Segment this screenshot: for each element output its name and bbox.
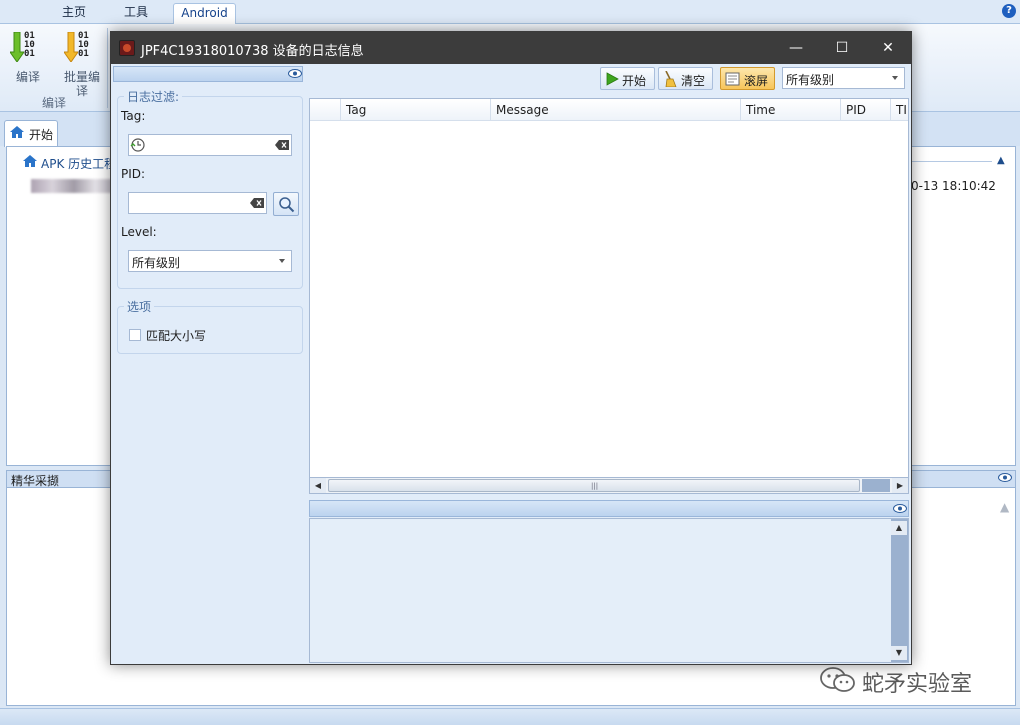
column-header-time[interactable]: Time — [741, 99, 841, 121]
scrollbar-thumb[interactable]: ||| — [328, 479, 860, 492]
match-case-label: 匹配大小写 — [146, 329, 207, 343]
divider — [912, 161, 992, 162]
toolbar-level-select[interactable]: 所有级别 — [782, 67, 905, 89]
filter-panel-header — [113, 66, 303, 82]
table-header: Tag Message Time PID TII — [310, 99, 908, 121]
status-bar — [0, 708, 1020, 725]
scroll-down-icon[interactable]: ▼ — [891, 646, 907, 660]
column-header-tag[interactable]: Tag — [341, 99, 491, 121]
eye-icon[interactable] — [998, 473, 1012, 482]
chevron-down-icon — [279, 259, 285, 263]
log-window: JPF4C19318010738 设备的日志信息 — ☐ ✕ 日志过滤: Tag… — [110, 31, 912, 665]
column-header-message[interactable]: Message — [491, 99, 741, 121]
menu-tab-android[interactable]: Android — [173, 3, 236, 24]
start-button[interactable]: 开始 — [600, 67, 655, 90]
autoscroll-icon — [725, 72, 740, 86]
match-case-checkbox[interactable] — [129, 329, 141, 341]
history-icon[interactable] — [130, 137, 146, 153]
tab-start-label: 开始 — [29, 128, 54, 142]
wechat-icon — [820, 667, 855, 692]
batch-compile-button[interactable]: 01 10 01 批量编译 — [60, 30, 104, 99]
apk-history-label: APK 历史工程 — [41, 157, 117, 171]
compile-button[interactable]: 01 10 01 编译 — [6, 30, 50, 96]
column-header-blank — [310, 99, 341, 121]
app-menu-bar: 主页 工具 Android ? — [0, 0, 1020, 24]
vertical-scrollbar[interactable]: ▲ ▼ — [891, 519, 908, 662]
pid-input[interactable] — [128, 192, 267, 214]
maximize-button[interactable]: ☐ — [819, 32, 865, 64]
menu-tab-tools[interactable]: 工具 — [112, 3, 160, 24]
level-select[interactable]: 所有级别 — [128, 250, 292, 272]
play-icon — [606, 72, 619, 86]
jinghua-label: 精华采撷 — [11, 474, 60, 488]
grip-icon: ||| — [591, 482, 599, 490]
chevron-down-icon — [892, 76, 898, 80]
level-select-value: 所有级别 — [132, 256, 181, 270]
clear-button[interactable]: 清空 — [658, 67, 713, 90]
down-arrow-yellow-icon — [64, 32, 78, 62]
home-icon — [23, 155, 37, 167]
log-filter-title: 日志过滤: — [124, 88, 183, 105]
detail-panel-header — [309, 500, 909, 517]
clear-input-icon[interactable] — [275, 140, 289, 150]
autoscroll-label: 滚屏 — [744, 74, 769, 88]
minimize-button[interactable]: — — [773, 32, 819, 64]
compile-label: 编译 — [15, 70, 40, 84]
log-table[interactable]: Tag Message Time PID TII — [309, 98, 909, 493]
blurred-project-item[interactable] — [31, 179, 117, 193]
eye-icon[interactable] — [288, 69, 302, 78]
pid-search-button[interactable] — [273, 192, 299, 216]
home-icon — [10, 126, 24, 138]
pid-label: PID: — [121, 167, 146, 181]
column-header-pid[interactable]: PID — [841, 99, 891, 121]
help-icon[interactable]: ? — [1002, 4, 1016, 18]
toolbar-level-value: 所有级别 — [786, 73, 835, 87]
scroll-up-icon[interactable]: ▲ — [891, 521, 907, 535]
column-header-tid[interactable]: TII — [891, 99, 908, 121]
autoscroll-toggle[interactable]: 滚屏 — [720, 67, 775, 90]
log-detail-panel[interactable] — [309, 518, 909, 663]
ribbon-divider — [107, 28, 108, 108]
horizontal-scrollbar[interactable]: ◀ ||| ▶ — [309, 477, 909, 494]
down-arrow-green-icon — [10, 32, 24, 62]
tag-label: Tag: — [121, 109, 146, 123]
clear-input-icon[interactable] — [250, 198, 264, 208]
tab-start[interactable]: 开始 — [4, 120, 58, 147]
start-label: 开始 — [622, 74, 647, 88]
level-label: Level: — [121, 225, 157, 239]
app-icon — [119, 40, 135, 56]
scroll-right-icon[interactable]: ▶ — [892, 478, 908, 493]
close-button[interactable]: ✕ — [865, 32, 911, 64]
eye-icon[interactable] — [893, 504, 907, 513]
binary-icon: 01 10 01 — [24, 31, 35, 59]
collapse-icon[interactable]: ▲ — [997, 155, 1005, 166]
scroll-up-icon[interactable]: ▲ — [1000, 500, 1009, 514]
window-title: JPF4C19318010738 设备的日志信息 — [141, 44, 364, 59]
broom-icon — [665, 71, 677, 87]
clear-label: 清空 — [681, 74, 706, 88]
options-title: 选项 — [124, 298, 155, 315]
search-icon — [279, 197, 295, 213]
scrollbar-track[interactable] — [862, 479, 890, 492]
ribbon-group-label: 编译 — [41, 96, 66, 110]
window-titlebar[interactable]: JPF4C19318010738 设备的日志信息 — ☐ ✕ — [111, 32, 911, 64]
scroll-left-icon[interactable]: ◀ — [310, 478, 326, 493]
menu-tab-home[interactable]: 主页 — [50, 3, 98, 24]
history-timestamp: 0-13 18:10:42 — [911, 179, 996, 193]
tag-input[interactable] — [128, 134, 292, 156]
watermark-text: 蛇矛实验室 — [862, 672, 973, 697]
binary-icon: 01 10 01 — [78, 31, 89, 59]
